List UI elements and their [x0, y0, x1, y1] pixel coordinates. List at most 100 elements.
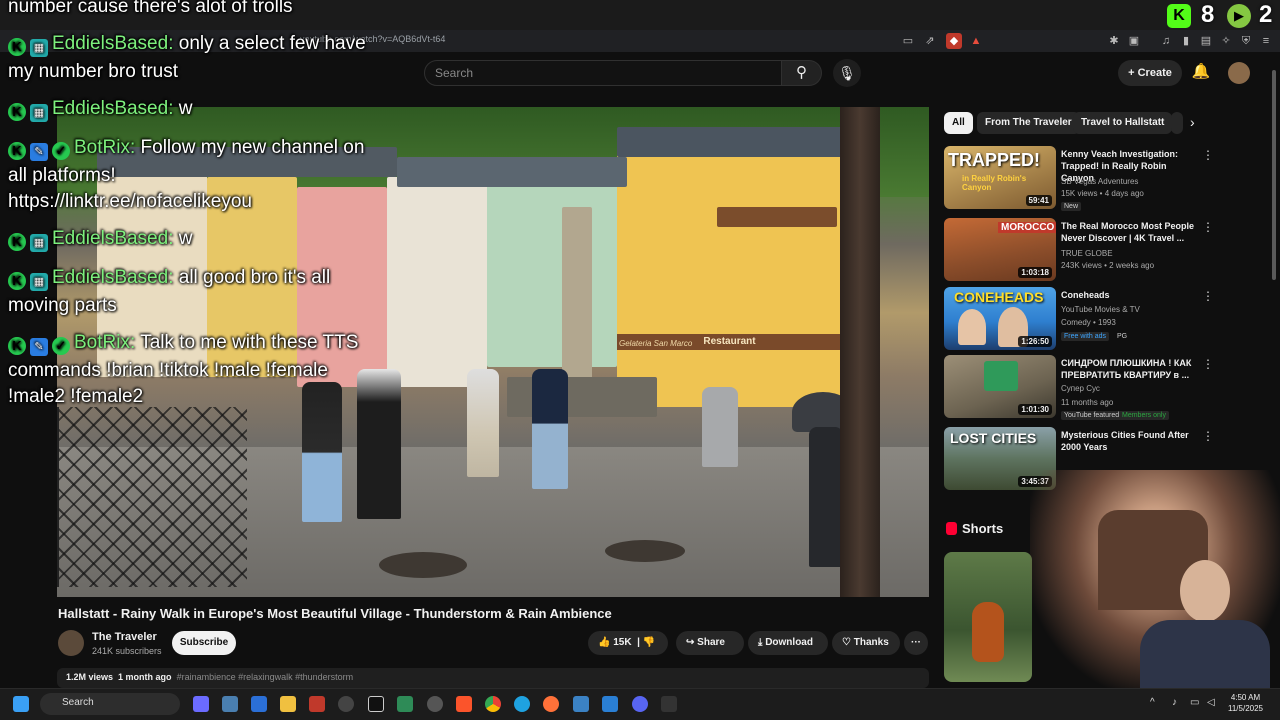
thumbnail[interactable]: CONEHEADS 1:26:50	[944, 287, 1056, 350]
rec-channel[interactable]: YouTube Movies & TV	[1061, 305, 1140, 314]
menu-icon[interactable]: ≡	[1258, 33, 1274, 49]
trinity-column	[562, 207, 592, 397]
recommendation-item[interactable]: CONEHEADS 1:26:50 Coneheads YouTube Movi…	[944, 287, 1214, 351]
rec-title[interactable]: Coneheads	[1061, 289, 1201, 301]
channel-avatar[interactable]	[58, 630, 84, 656]
brave-shield-icon[interactable]: ◆	[946, 33, 962, 49]
sidebar-icon[interactable]: ▮	[1178, 33, 1194, 49]
description-box[interactable]: 1.2M views 1 month ago #rainambience #re…	[57, 668, 929, 688]
share-page-icon[interactable]: ⇗	[922, 33, 938, 49]
app-icon-8[interactable]	[573, 696, 589, 712]
network-icon[interactable]: ▭	[1190, 697, 1199, 708]
duration-badge: 1:03:18	[1018, 267, 1052, 278]
extensions-icon[interactable]: ✱	[1106, 33, 1122, 49]
cast-icon[interactable]: ▭	[900, 33, 916, 49]
orangutan-figure	[972, 602, 1004, 662]
chip-overflow[interactable]	[1171, 112, 1183, 134]
mic-tray-icon[interactable]: ♪	[1172, 697, 1177, 708]
video-player[interactable]: Restaurant Gelateria San Marco	[57, 107, 929, 597]
pedestrian-with-umbrella	[809, 427, 843, 567]
app-icon-5[interactable]	[368, 696, 384, 712]
edge-icon[interactable]	[514, 696, 530, 712]
scrollbar-thumb[interactable]	[1272, 70, 1276, 280]
recommendation-item[interactable]: TRAPPED! in Really Robin's Canyon 59:41 …	[944, 146, 1214, 211]
brave-rewards-icon[interactable]: ▲	[968, 33, 984, 49]
system-clock[interactable]: 4:50 AM 11/5/2025	[1228, 692, 1263, 714]
tray-chevron-icon[interactable]: ^	[1150, 697, 1155, 708]
rating-tag: PG	[1117, 333, 1128, 340]
voice-search-button[interactable]: 🎙	[833, 59, 861, 87]
rec-channel[interactable]: Супер Сус	[1061, 384, 1100, 393]
volume-icon[interactable]: ◁	[1207, 697, 1215, 708]
thanks-button[interactable]: ♡ Thanks	[832, 631, 900, 655]
sidebar-scrollbar[interactable]	[1270, 60, 1278, 280]
account-avatar[interactable]	[1228, 62, 1250, 84]
more-vert-icon[interactable]: ⋮	[1202, 429, 1214, 443]
rec-title[interactable]: The Real Morocco Most People Never Disco…	[1061, 220, 1201, 244]
chip-travel-to-hallstatt[interactable]: Travel to Hallstatt	[1073, 112, 1173, 134]
hashtags[interactable]: #rainambience #relaxingwalk #thunderstor…	[177, 672, 354, 682]
notifications-bell-icon[interactable]: 🔔	[1191, 62, 1211, 82]
rec-channel[interactable]: TRUE GLOBE	[1061, 249, 1113, 258]
chip-from-the-traveler[interactable]: From The Traveler	[977, 112, 1080, 134]
more-vert-icon[interactable]: ⋮	[1202, 357, 1214, 371]
vscode-icon[interactable]	[602, 696, 618, 712]
kick-badge-icon: K	[8, 233, 26, 251]
duration-badge: 1:26:50	[1018, 336, 1052, 347]
like-count: 15K	[613, 637, 632, 648]
subscribe-button[interactable]: Subscribe	[172, 631, 236, 655]
search-input[interactable]: Search	[424, 60, 782, 86]
taskbar-search[interactable]: Search	[40, 693, 180, 715]
chevron-right-icon[interactable]: ›	[1190, 114, 1195, 130]
firefox-icon[interactable]	[543, 696, 559, 712]
file-explorer-icon[interactable]	[280, 696, 296, 712]
wire-fence	[57, 407, 247, 587]
short-thumbnail[interactable]	[944, 552, 1032, 682]
more-actions-button[interactable]: ···	[904, 631, 928, 655]
brave-browser-icon[interactable]	[456, 696, 472, 712]
download-button[interactable]: ⤓ Download	[748, 631, 828, 655]
create-label: Create	[1137, 67, 1172, 79]
more-vert-icon[interactable]: ⋮	[1202, 220, 1214, 234]
rumble-viewer-count: 2	[1259, 1, 1273, 28]
share-button[interactable]: ↪ Share	[676, 631, 744, 655]
thumbnail[interactable]: TRAPPED! in Really Robin's Canyon 59:41	[944, 146, 1056, 209]
browser-address-bar[interactable]: youtube.com/watch?v=AQB6dVt-t64 ▭ ⇗ ◆ ▲ …	[0, 30, 1280, 52]
pedestrian-man-white	[467, 369, 499, 477]
screenshot-icon[interactable]: ▣	[1126, 33, 1142, 49]
rec-title[interactable]: СИНДРОМ ПЛЮШКИНА ! КАК ПРЕВРАТИТЬ КВАРТИ…	[1061, 357, 1201, 381]
more-vert-icon[interactable]: ⋮	[1202, 148, 1214, 162]
app-icon-9[interactable]	[661, 696, 677, 712]
recommendation-item[interactable]: 1:01:30 СИНДРОМ ПЛЮШКИНА ! КАК ПРЕВРАТИТ…	[944, 355, 1214, 420]
chip-all[interactable]: All	[944, 112, 973, 134]
app-icon-7[interactable]	[427, 696, 443, 712]
app-icon-1[interactable]	[222, 696, 238, 712]
copilot-icon[interactable]	[193, 696, 209, 712]
more-vert-icon[interactable]: ⋮	[1202, 289, 1214, 303]
app-icon-2[interactable]	[251, 696, 267, 712]
app-icon-6[interactable]	[397, 696, 413, 712]
rec-title[interactable]: Mysterious Cities Found After 2000 Years	[1061, 429, 1201, 453]
channel-name[interactable]: The Traveler	[92, 631, 157, 643]
windows-start-icon[interactable]	[13, 696, 29, 712]
address-url[interactable]: youtube.com/watch?v=AQB6dVt-t64	[300, 34, 445, 44]
thumbnail[interactable]: 1:01:30	[944, 355, 1056, 418]
like-dislike-button[interactable]: 👍 15K | 👎	[588, 631, 668, 655]
discord-icon[interactable]	[632, 696, 648, 712]
tv-screen	[984, 361, 1018, 391]
vpn-icon[interactable]: ⛨	[1238, 33, 1254, 49]
create-button[interactable]: + Create	[1118, 60, 1182, 86]
leo-icon[interactable]: ✧	[1218, 33, 1234, 49]
thumbs-up-icon: 👍	[598, 637, 611, 648]
recommendation-item[interactable]: MOROCCO 1:03:18 The Real Morocco Most Pe…	[944, 218, 1214, 282]
building-white	[387, 177, 487, 387]
rec-channel[interactable]: SB Vegas Adventures	[1061, 177, 1138, 186]
chrome-icon[interactable]	[485, 696, 501, 712]
thumbnail[interactable]: MOROCCO 1:03:18	[944, 218, 1056, 281]
search-button[interactable]: ⚲	[782, 60, 822, 86]
app-icon-3[interactable]	[309, 696, 325, 712]
fountain-base	[507, 377, 657, 417]
media-icon[interactable]: ♫	[1158, 33, 1174, 49]
app-icon-4[interactable]	[338, 696, 354, 712]
wallet-icon[interactable]: ▤	[1198, 33, 1214, 49]
